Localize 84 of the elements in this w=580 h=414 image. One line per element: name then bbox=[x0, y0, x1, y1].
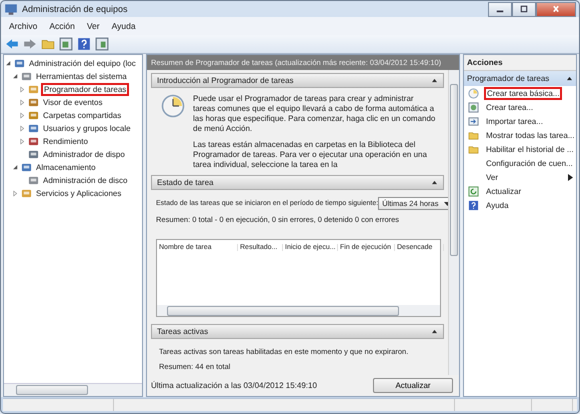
help-icon[interactable] bbox=[77, 37, 91, 51]
tool-icon bbox=[28, 123, 39, 134]
tool-icon bbox=[21, 162, 32, 173]
clock-icon bbox=[161, 94, 185, 118]
collapse-icon[interactable] bbox=[431, 78, 438, 83]
expanded-arrow-icon[interactable] bbox=[12, 164, 19, 171]
tool-icon bbox=[14, 58, 25, 69]
clock-icon bbox=[468, 88, 479, 98]
expanded-arrow-icon[interactable] bbox=[5, 60, 12, 67]
collapse-icon[interactable] bbox=[431, 180, 438, 185]
tool-icon bbox=[28, 97, 39, 108]
tree-item[interactable]: Administrador de dispo bbox=[41, 149, 127, 160]
action-item[interactable]: Crear tarea... bbox=[484, 102, 536, 112]
tree-item[interactable]: Visor de eventos bbox=[41, 97, 104, 108]
back-icon[interactable] bbox=[5, 37, 19, 51]
tree-item[interactable]: Carpetas compartidas bbox=[41, 110, 124, 121]
action-item[interactable]: Crear tarea básica... bbox=[484, 86, 562, 100]
group-title: Programador de tareas bbox=[467, 74, 550, 83]
section-header[interactable]: Estado de tarea bbox=[151, 175, 444, 190]
action-item[interactable]: Actualizar bbox=[484, 186, 524, 196]
tree-item[interactable]: Servicios y Aplicaciones bbox=[34, 188, 124, 199]
tool-icon bbox=[21, 71, 32, 82]
menu-item[interactable]: Ver bbox=[86, 21, 100, 31]
intro-paragraph: Las tareas están almacenadas en carpetas en la Biblioteca del Programador de tareas. Para ver o ejecutar una operación en una tarea individual, seleccione la tarea en la bbox=[193, 140, 428, 170]
window-title: Administración de equipos bbox=[22, 4, 128, 14]
menu-item[interactable]: Acción bbox=[49, 21, 75, 31]
menu-item[interactable]: Ayuda bbox=[112, 21, 136, 31]
forward-icon[interactable] bbox=[23, 37, 37, 51]
folder-icon[interactable] bbox=[41, 37, 55, 51]
minimize-button[interactable] bbox=[488, 2, 512, 16]
collapsed-arrow-icon[interactable] bbox=[19, 138, 26, 145]
close-button[interactable] bbox=[536, 2, 576, 16]
action-item[interactable]: Mostrar todas las tarea... bbox=[484, 130, 576, 140]
refresh-icon bbox=[468, 186, 479, 196]
collapsed-arrow-icon[interactable] bbox=[19, 99, 26, 106]
tool-icon bbox=[28, 136, 39, 147]
submenu-arrow-icon bbox=[568, 174, 573, 180]
tree-item[interactable]: Rendimiento bbox=[41, 136, 90, 147]
task-icon bbox=[468, 102, 479, 112]
tool-icon bbox=[28, 84, 39, 95]
actions-title: Acciones bbox=[464, 55, 576, 71]
tool-icon bbox=[28, 110, 39, 121]
folder-icon bbox=[468, 130, 479, 140]
action-item[interactable]: Habilitar el historial de ... bbox=[484, 144, 576, 154]
tree-item[interactable]: Administración del equipo (loc bbox=[27, 58, 138, 69]
action-item[interactable]: Configuración de cuen... bbox=[484, 158, 575, 168]
panel-icon[interactable] bbox=[95, 37, 109, 51]
menu-item[interactable]: Archivo bbox=[9, 21, 38, 31]
collapsed-arrow-icon[interactable] bbox=[12, 190, 19, 197]
horizontal-scrollbar[interactable] bbox=[157, 305, 440, 316]
collapsed-arrow-icon[interactable] bbox=[19, 125, 26, 132]
section-title: Tareas activas bbox=[157, 327, 208, 336]
tool-icon bbox=[28, 175, 39, 186]
expanded-arrow-icon[interactable] bbox=[12, 73, 19, 80]
import-icon bbox=[468, 116, 479, 126]
collapse-icon[interactable] bbox=[431, 329, 438, 334]
section-header[interactable]: Tareas activas bbox=[151, 324, 444, 339]
horizontal-scrollbar[interactable] bbox=[4, 383, 142, 396]
section-title: Introducción al Programador de tareas bbox=[157, 76, 294, 85]
section-header[interactable]: Introducción al Programador de tareas bbox=[151, 73, 444, 88]
action-item[interactable]: Ver bbox=[484, 172, 500, 182]
maximize-button[interactable] bbox=[512, 2, 536, 16]
action-item[interactable]: Ayuda bbox=[484, 200, 511, 210]
last-update-text: Última actualización a las 03/04/2012 15:49:10 bbox=[151, 381, 317, 390]
folder-icon bbox=[468, 144, 479, 154]
tree-item[interactable]: Herramientas del sistema bbox=[34, 71, 129, 82]
collapse-icon[interactable] bbox=[566, 76, 573, 81]
tool-icon bbox=[21, 188, 32, 199]
tree-item[interactable]: Almacenamiento bbox=[34, 162, 98, 173]
vertical-scrollbar[interactable] bbox=[448, 70, 459, 375]
tree-item[interactable]: Usuarios y grupos locale bbox=[41, 123, 133, 134]
section-title: Estado de tarea bbox=[157, 178, 214, 187]
intro-paragraph: Puede usar el Programador de tareas para crear y administrar tareas comunes que el equipo llevará a cabo de forma automática a las horas que especifique. Para comenzar, haga clic en un comando de menú Acción. bbox=[193, 94, 436, 134]
action-item[interactable]: Importar tarea... bbox=[484, 116, 545, 126]
computer-icon bbox=[4, 2, 18, 16]
tree-item[interactable]: Programador de tareas bbox=[41, 83, 130, 96]
tool-icon bbox=[28, 149, 39, 160]
panel-icon[interactable] bbox=[59, 37, 73, 51]
help-icon bbox=[468, 200, 479, 210]
collapsed-arrow-icon[interactable] bbox=[19, 112, 26, 119]
tree-item[interactable]: Administración de disco bbox=[41, 175, 130, 186]
actions-group-header[interactable]: Programador de tareas bbox=[464, 71, 576, 86]
refresh-button[interactable]: Actualizar bbox=[373, 378, 453, 393]
collapsed-arrow-icon[interactable] bbox=[19, 86, 26, 93]
